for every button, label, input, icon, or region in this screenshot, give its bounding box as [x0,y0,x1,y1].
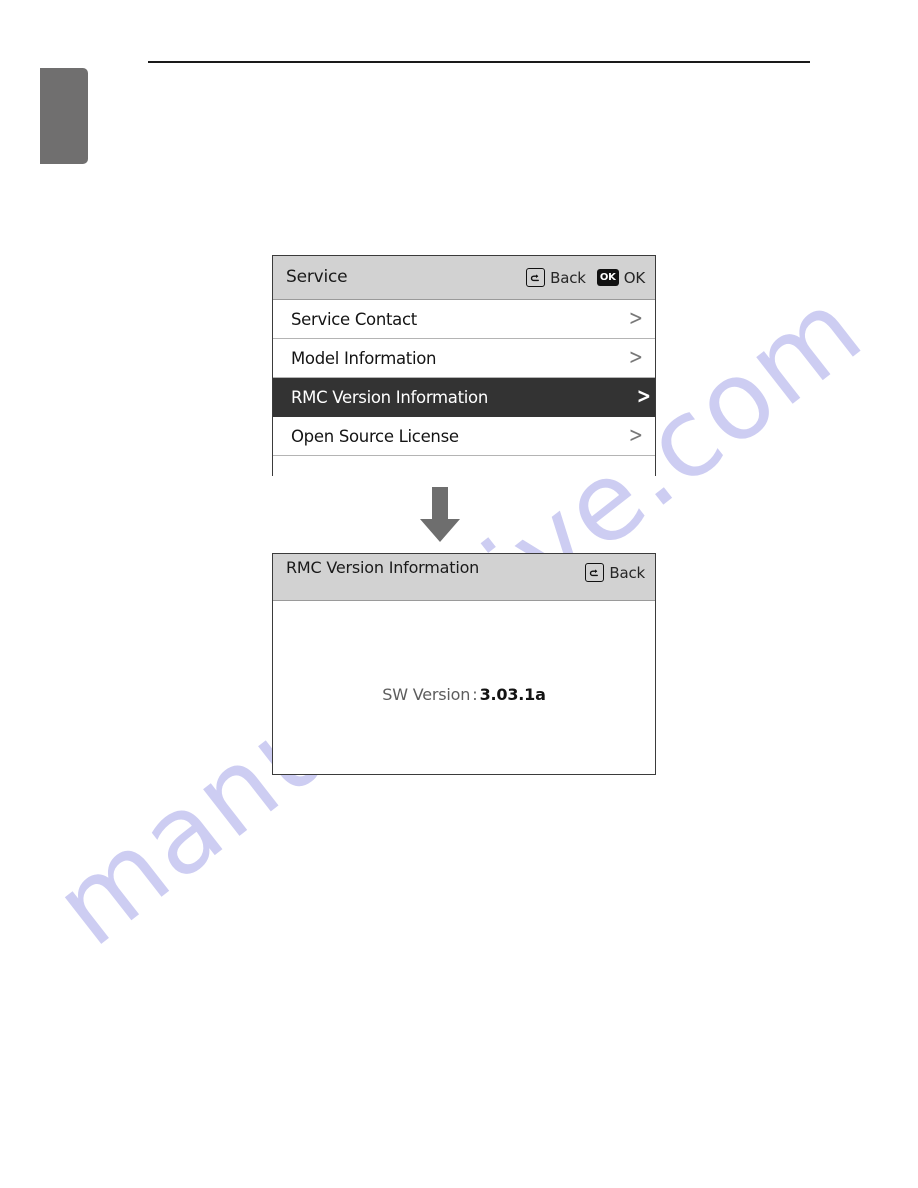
back-icon [526,268,546,287]
sw-version-value: 3.03.1a [479,685,546,704]
menu-item-label: RMC Version Information [291,387,488,407]
menu-list-empty-row [273,456,655,476]
sw-version-row: SW Version:3.03.1a [273,685,655,704]
rmc-version-screen-header: RMC Version Information Back [273,554,655,601]
rmc-version-screen-panel: RMC Version Information Back SW Version:… [272,553,656,775]
sw-version-label: SW Version [382,685,471,704]
service-menu-list: Service Contact > Model Information > RM… [273,300,655,476]
menu-item-service-contact[interactable]: Service Contact > [273,300,655,339]
service-screen-header: Service Back OK OK [273,256,655,300]
chevron-right-icon: > [628,344,643,370]
back-key-label: Back [550,268,586,287]
sw-version-separator: : [472,685,478,704]
menu-item-open-source-license[interactable]: Open Source License > [273,417,655,456]
page-title: Service [286,266,348,287]
page-edge-tab [40,68,88,164]
menu-item-rmc-version-information[interactable]: RMC Version Information > [273,378,655,417]
rmc-version-screen-body: SW Version:3.03.1a [273,601,655,773]
back-key-label: Back [609,563,645,582]
back-key-hint[interactable]: Back [585,563,645,582]
header-key-hints: Back [585,557,645,582]
back-key-hint[interactable]: Back [526,268,586,287]
back-icon [585,563,605,582]
menu-item-label: Open Source License [291,426,459,446]
chevron-right-icon: > [636,383,651,409]
down-arrow-icon [418,487,462,543]
menu-item-model-information[interactable]: Model Information > [273,339,655,378]
menu-item-label: Model Information [291,348,437,368]
ok-key-hint[interactable]: OK OK [596,268,645,287]
chevron-right-icon: > [628,305,643,331]
ok-icon: OK [596,269,619,286]
menu-item-label: Service Contact [291,309,417,329]
chevron-right-icon: > [628,422,643,448]
ok-key-label: OK [623,268,645,287]
header-rule [148,61,810,63]
page-title: RMC Version Information [286,558,480,577]
service-screen-panel: Service Back OK OK Service Contact > Mod… [272,255,656,476]
header-key-hints: Back OK OK [526,268,645,287]
